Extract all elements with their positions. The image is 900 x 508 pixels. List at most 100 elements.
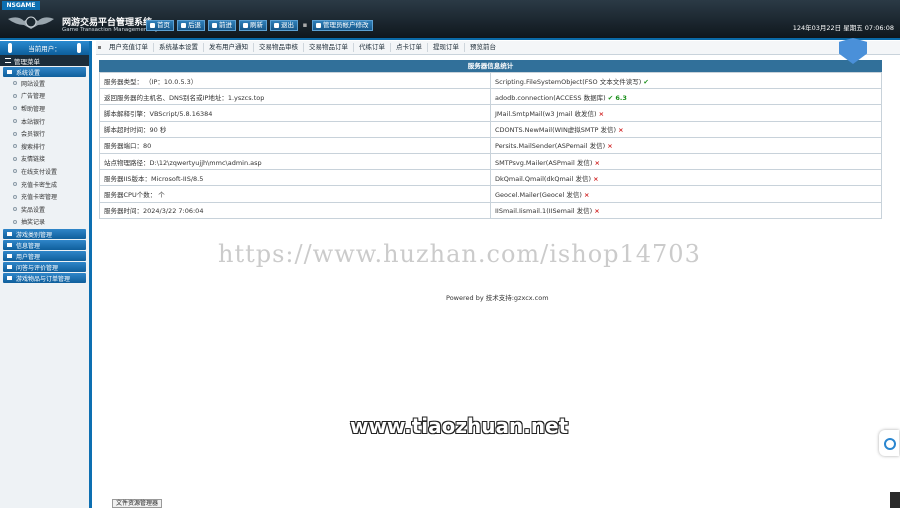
sidebar-group-info[interactable]: 信息管理: [3, 240, 86, 251]
info-cell: 站点物理路径：D:\12\zqwertyujjh\mmc\admin.asp: [99, 152, 491, 171]
forward-button[interactable]: 前进: [208, 20, 236, 31]
app-badge: NSGAME: [2, 1, 40, 10]
watermark-site: www.tiaozhuan.net: [350, 414, 569, 438]
forward-icon: [212, 23, 217, 28]
folder-icon: [7, 265, 12, 270]
pin-icon: [8, 43, 12, 53]
cross-icon: ×: [594, 158, 600, 167]
bullet-icon: [13, 93, 17, 98]
toolbar: 首页 后退 前进 刷新 退出 ▪ 管理员帐户修改: [146, 20, 373, 31]
back-button[interactable]: 后退: [177, 20, 205, 31]
home-button[interactable]: 首页: [146, 20, 174, 31]
refresh-button[interactable]: 刷新: [239, 20, 267, 31]
component-cell: adodb.connection(ACCESS 数据库) ✔ 6.3: [490, 88, 882, 106]
sidebar-item-site-bank[interactable]: 本站银行: [0, 115, 89, 128]
nav-boosting-orders[interactable]: 代练订单: [354, 43, 391, 52]
toolbar-separator: ▪: [302, 21, 308, 29]
component-cell: DkQmail.Qmail(dkQmail 发信) ×: [490, 169, 882, 187]
cross-icon: ×: [593, 174, 599, 183]
table-row: 服务器CPU个数： 个 Geocel.Mailer(Geocel 发信) ×: [99, 185, 882, 203]
sidebar-item-search-rank[interactable]: 搜索排行: [0, 140, 89, 153]
sidebar-item-site-settings[interactable]: 网站设置: [0, 77, 89, 90]
user-icon: [316, 23, 321, 28]
bullet-icon: [13, 219, 17, 224]
table-row: 服务器端口：80 Persits.MailSender(ASPemail 发信)…: [99, 136, 882, 154]
sidebar-item-member-bank[interactable]: 会员银行: [0, 127, 89, 140]
sidebar-group-game-category[interactable]: 游戏类别管理: [3, 229, 86, 240]
sidebar: 当前用户： 管理菜单 系统设置 网站设置 广告管理 帮助管理 本站银行 会员银行…: [0, 41, 92, 508]
sidebar-group-orders[interactable]: 游戏物品与订单管理: [3, 273, 86, 284]
server-info-table: 服务器类型： （IP：10.0.5.3） Scripting.FileSyste…: [99, 71, 882, 219]
sidebar-group-qa[interactable]: 问答与评价管理: [3, 262, 86, 273]
menu-title: 管理菜单: [0, 55, 89, 66]
sidebar-item-card-manage[interactable]: 充值卡密管理: [0, 190, 89, 203]
nav-publish-notice[interactable]: 发布用户通知: [204, 43, 254, 52]
nav-card-orders[interactable]: 点卡订单: [391, 43, 428, 52]
refresh-icon: [243, 23, 248, 28]
info-cell: 脚本解释引擎：VBScript/5.8.16384: [99, 104, 491, 122]
bullet-icon: [13, 106, 17, 111]
info-cell: 服务器端口：80: [99, 136, 491, 154]
bullet-icon: [13, 81, 17, 86]
component-cell: Geocel.Mailer(Geocel 发信) ×: [490, 185, 882, 203]
folder-icon: [7, 254, 12, 259]
top-header: NSGAME 网游交易平台管理系统 Game Transaction Manag…: [0, 0, 900, 40]
nav-recharge-orders[interactable]: 用户充值订单: [104, 43, 154, 52]
bullet-icon: [13, 131, 17, 136]
sidebar-item-card-generate[interactable]: 充值卡密生成: [0, 178, 89, 191]
bullet-icon: [13, 119, 17, 124]
info-cell: 返回服务器的主机名、DNS别名或IP地址：1.yszcs.top: [99, 88, 491, 106]
watermark-url: https://www.huzhan.com/ishop14703: [218, 240, 701, 268]
sidebar-group-system[interactable]: 系统设置: [3, 67, 86, 77]
folder-icon: [7, 70, 12, 74]
check-icon: ✔: [643, 77, 649, 86]
sidebar-item-lottery-log[interactable]: 抽奖记录: [0, 216, 89, 229]
home-icon: [150, 23, 155, 28]
nav-basic-settings[interactable]: 系统基本设置: [154, 43, 204, 52]
logo-icon: [8, 16, 54, 29]
sidebar-item-links[interactable]: 友情链接: [0, 153, 89, 166]
bullet-icon: [13, 144, 17, 149]
server-info-panel: 服务器信息统计 服务器类型： （IP：10.0.5.3） Scripting.F…: [99, 60, 882, 219]
check-icon: ✔ 6.3: [607, 93, 627, 102]
nav-withdraw-orders[interactable]: 提现订单: [428, 43, 465, 52]
logout-button[interactable]: 退出: [270, 20, 298, 31]
table-row: 返回服务器的主机名、DNS别名或IP地址：1.yszcs.top adodb.c…: [99, 88, 882, 106]
nav-preview-frontend[interactable]: 预览前台: [465, 43, 501, 52]
panel-title: 服务器信息统计: [99, 60, 882, 72]
component-cell: SMTPsvg.Mailer(ASPmail 发信) ×: [490, 152, 882, 171]
bullet-icon: [13, 156, 17, 161]
bullet-icon: [13, 194, 17, 199]
bullet-icon: [13, 207, 17, 212]
current-user: 当前用户：: [0, 41, 89, 55]
admin-account-button[interactable]: 管理员帐户修改: [312, 20, 373, 31]
info-cell: 服务器CPU个数： 个: [99, 185, 491, 203]
sidebar-item-help[interactable]: 帮助管理: [0, 102, 89, 115]
component-cell: IISmail.Iismail.1(IISemail 发信) ×: [490, 201, 882, 219]
back-icon: [181, 23, 186, 28]
quick-nav: 用户充值订单 系统基本设置 发布用户通知 交易物品审核 交易物品订单 代练订单 …: [96, 41, 900, 55]
nav-bullet-icon: [98, 46, 101, 49]
table-row: 脚本解释引擎：VBScript/5.8.16384 JMail.SmtpMail…: [99, 104, 882, 122]
bullet-icon: [13, 182, 17, 187]
table-row: 站点物理路径：D:\12\zqwertyujjh\mmc\admin.asp S…: [99, 152, 882, 171]
taskbar-label[interactable]: 文件资源管理器: [112, 499, 163, 508]
nav-item-orders[interactable]: 交易物品订单: [304, 43, 354, 52]
sidebar-item-payment[interactable]: 在线支付设置: [0, 165, 89, 178]
corner-tray-icon: [890, 492, 900, 508]
cross-icon: ×: [583, 190, 590, 199]
folder-icon: [7, 243, 12, 248]
cross-icon: ×: [618, 126, 624, 135]
component-cell: JMail.SmtpMail(w3 Jmail 收发信) ×: [490, 104, 882, 122]
assistant-icon[interactable]: [879, 430, 899, 456]
info-cell: 服务器IIS版本：Microsoft-IIS/8.5: [99, 169, 491, 187]
folder-icon: [7, 276, 12, 281]
cross-icon: ×: [594, 207, 600, 216]
menu-icon: [5, 58, 11, 63]
nav-item-review[interactable]: 交易物品审核: [254, 43, 304, 52]
sidebar-item-ads[interactable]: 广告管理: [0, 90, 89, 103]
sidebar-group-users[interactable]: 用户管理: [3, 251, 86, 262]
sidebar-item-prizes[interactable]: 奖品设置: [0, 203, 89, 216]
folder-icon: [7, 232, 12, 237]
component-cell: Scripting.FileSystemObject(FSO 文本文件读写) ✔: [490, 71, 882, 90]
